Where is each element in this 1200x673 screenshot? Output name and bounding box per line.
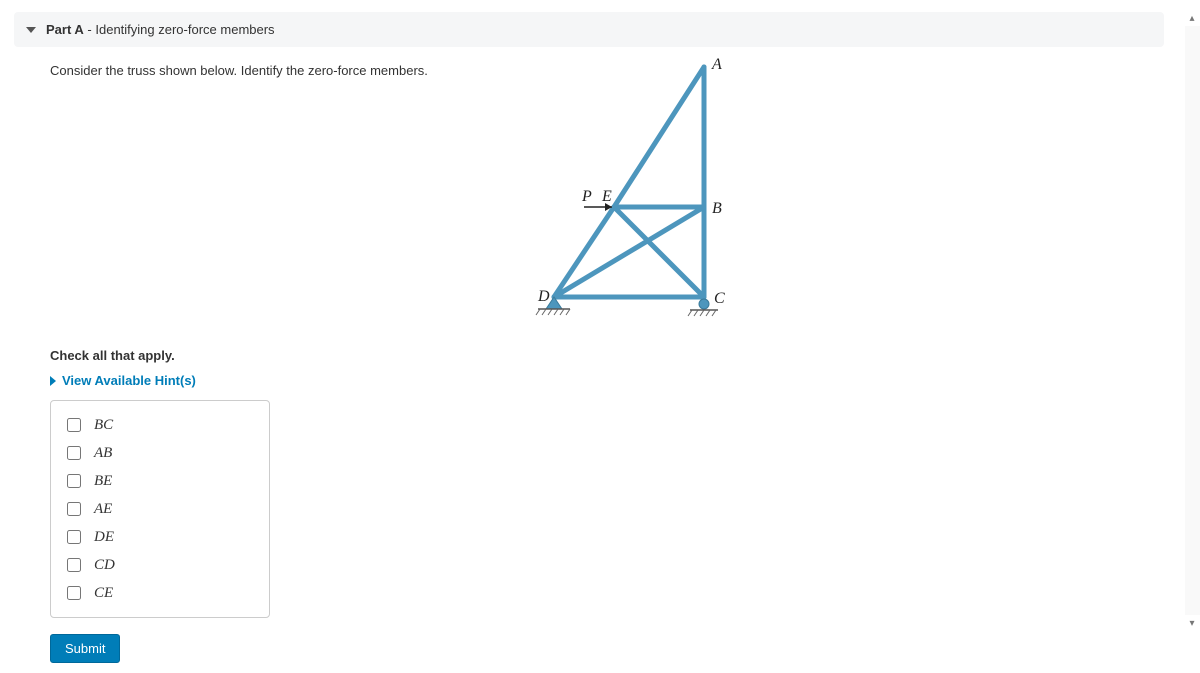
submit-button[interactable]: Submit: [50, 634, 120, 663]
option-row[interactable]: CE: [63, 579, 257, 607]
check-all-label: Check all that apply.: [50, 348, 1128, 363]
caret-right-icon: [50, 376, 56, 386]
option-row[interactable]: AB: [63, 439, 257, 467]
option-row[interactable]: DE: [63, 523, 257, 551]
answer-options-box: BC AB BE AE DE CD: [50, 400, 270, 618]
option-checkbox-cd[interactable]: [67, 558, 81, 572]
option-checkbox-ce[interactable]: [67, 586, 81, 600]
part-label: Part A: [46, 22, 84, 37]
scroll-up-icon[interactable]: ▴: [1186, 12, 1198, 24]
node-c-label: C: [714, 290, 725, 307]
node-b-label: B: [712, 200, 722, 217]
force-label: P: [581, 188, 592, 205]
part-subtitle: Identifying zero-force members: [95, 22, 274, 37]
truss-figure: A B C D E P: [494, 47, 774, 337]
view-hints-link[interactable]: View Available Hint(s): [50, 373, 196, 388]
scrollbar-track[interactable]: [1185, 26, 1200, 615]
option-checkbox-ab[interactable]: [67, 446, 81, 460]
option-checkbox-bc[interactable]: [67, 418, 81, 432]
option-row[interactable]: BC: [63, 411, 257, 439]
option-row[interactable]: AE: [63, 495, 257, 523]
scroll-down-icon[interactable]: ▾: [1186, 617, 1198, 629]
hints-label: View Available Hint(s): [62, 373, 196, 388]
option-label: CE: [94, 585, 113, 602]
option-label: BE: [94, 473, 112, 490]
option-label: AE: [94, 501, 112, 518]
part-title-wrap: Part A - Identifying zero-force members: [46, 22, 275, 37]
option-row[interactable]: CD: [63, 551, 257, 579]
option-row[interactable]: BE: [63, 467, 257, 495]
option-checkbox-de[interactable]: [67, 530, 81, 544]
option-checkbox-ae[interactable]: [67, 502, 81, 516]
option-label: DE: [94, 529, 114, 546]
node-d-label: D: [537, 288, 550, 305]
part-separator: -: [84, 22, 96, 37]
caret-down-icon: [26, 27, 36, 33]
part-header[interactable]: Part A - Identifying zero-force members: [14, 12, 1164, 47]
node-a-label: A: [711, 56, 722, 73]
node-e-label: E: [601, 188, 612, 205]
option-label: CD: [94, 557, 115, 574]
option-label: BC: [94, 417, 113, 434]
option-label: AB: [94, 445, 112, 462]
option-checkbox-be[interactable]: [67, 474, 81, 488]
